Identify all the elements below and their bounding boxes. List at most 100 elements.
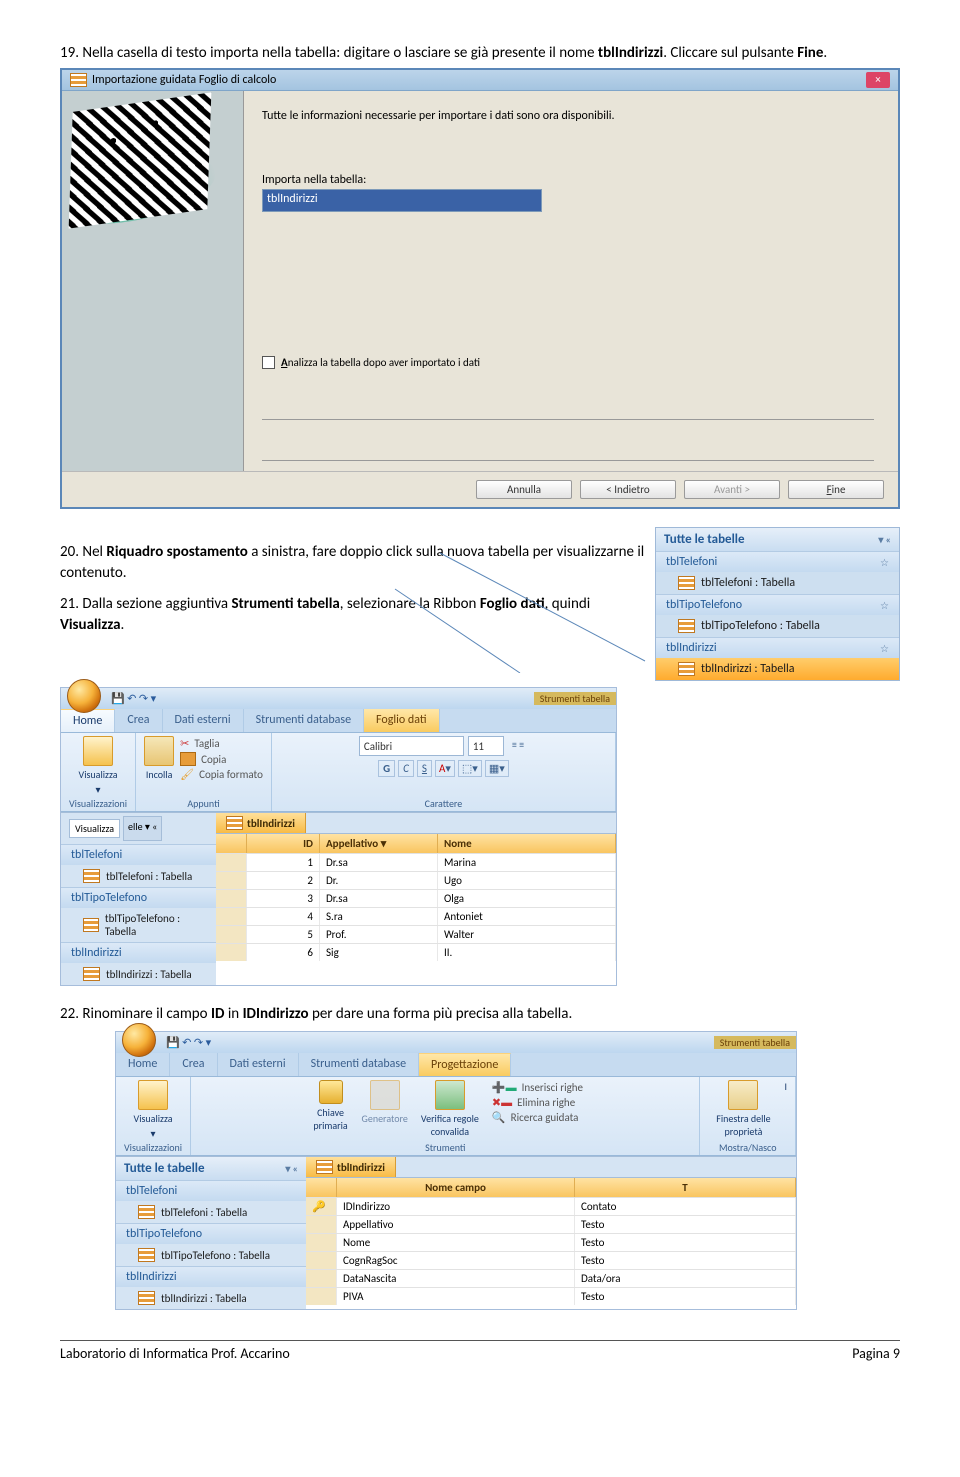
tab-foglio-dati[interactable]: Foglio dati: [364, 709, 440, 732]
builder-icon: [370, 1080, 400, 1110]
table-icon: [138, 1205, 155, 1219]
footer-left: Laboratorio di Informatica Prof. Accarin…: [60, 1345, 290, 1362]
ribbon-group-appunti: Incolla ✂Taglia Copia 🖌Copia formato App…: [136, 733, 272, 811]
nav-group[interactable]: tblTelefoni: [116, 1180, 306, 1201]
copia-button[interactable]: Copia: [180, 751, 263, 767]
nav-item[interactable]: tblTelefoni : Tabella: [116, 1201, 306, 1223]
generatore-button[interactable]: Generatore: [362, 1080, 408, 1125]
nav-group[interactable]: tblTelefoni: [61, 844, 216, 865]
ricerca-guidata-button[interactable]: 🔍Ricerca guidata: [492, 1110, 583, 1125]
table-row[interactable]: 5Prof.Walter: [216, 925, 616, 943]
wizard-graphic-panel: [62, 91, 244, 471]
bold-button[interactable]: G: [378, 760, 395, 777]
nav-item[interactable]: tblIndirizzi : Tabella: [61, 963, 216, 985]
analyze-checkbox[interactable]: [262, 356, 275, 369]
col-nome-campo[interactable]: Nome campo: [337, 1178, 575, 1197]
taglia-button[interactable]: ✂Taglia: [180, 736, 263, 751]
key-icon: [319, 1080, 343, 1104]
font-selector[interactable]: Calibri: [359, 736, 464, 756]
underline-button[interactable]: S: [417, 760, 432, 777]
cancel-button[interactable]: Annulla: [476, 480, 572, 499]
nav-item-indirizzi[interactable]: tblIndirizzi : Tabella: [656, 658, 899, 680]
copy-icon: [180, 752, 196, 766]
table-tab[interactable]: tblIndirizzi: [306, 1157, 396, 1177]
context-tab-label: Strumenti tabella: [534, 692, 616, 705]
table-row[interactable]: 1Dr.saMarina: [216, 853, 616, 871]
finestra-proprieta-button[interactable]: Finestra delle proprietà: [708, 1080, 778, 1138]
nav-item[interactable]: tblIndirizzi : Tabella: [116, 1287, 306, 1309]
nav-item-tipotelefono[interactable]: tblTipoTelefono : Tabella: [656, 615, 899, 637]
nav-item-telefoni[interactable]: tblTelefoni : Tabella: [656, 572, 899, 594]
office-button[interactable]: [122, 1023, 156, 1057]
quick-access-toolbar: 💾 ↶ ↷ ▾: [105, 692, 162, 705]
col-tipo[interactable]: T: [575, 1178, 796, 1197]
visualizza-button[interactable]: Visualizza▾: [79, 736, 118, 796]
nav-group[interactable]: tblIndirizzi: [61, 942, 216, 963]
table-icon: [678, 619, 695, 633]
col-id[interactable]: ID: [247, 834, 320, 853]
verifica-regole-button[interactable]: Verifica regole convalida: [416, 1080, 484, 1138]
tab-strumenti-db[interactable]: Strumenti database: [244, 709, 364, 732]
back-button[interactable]: < Indietro: [580, 480, 676, 499]
table-row[interactable]: 🔑IDIndirizzoContato: [306, 1197, 796, 1215]
gridlines-button[interactable]: ▦▾: [485, 760, 509, 777]
nav-group-indirizzi[interactable]: tblIndirizzi☆: [656, 637, 899, 658]
tab-dati-esterni[interactable]: Dati esterni: [163, 709, 244, 732]
table-row[interactable]: CognRagSocTesto: [306, 1251, 796, 1269]
close-icon[interactable]: ×: [866, 72, 890, 88]
tab-dati-esterni[interactable]: Dati esterni: [218, 1053, 299, 1076]
table-row[interactable]: 6SigII.: [216, 943, 616, 961]
table-row[interactable]: 4S.raAntoniet: [216, 907, 616, 925]
chiave-primaria-button[interactable]: Chiave primaria: [308, 1080, 354, 1132]
nav-header[interactable]: Tutte le tabelle▾ «: [116, 1157, 306, 1180]
table-row[interactable]: PIVATesto: [306, 1287, 796, 1305]
nav-group-telefoni[interactable]: tblTelefoni☆: [656, 551, 899, 572]
table-icon: [138, 1248, 155, 1262]
nav-pane-embedded: Visualizzaelle ▾ « tblTelefoni tblTelefo…: [61, 813, 216, 985]
nav-item[interactable]: tblTipoTelefono : Tabella: [61, 908, 216, 942]
indexes-button[interactable]: I: [784, 1080, 787, 1138]
visualizza-popup[interactable]: Visualizza: [69, 819, 120, 838]
table-row[interactable]: 2Dr.Ugo: [216, 871, 616, 889]
nav-group-tipotelefono[interactable]: tblTipoTelefono☆: [656, 594, 899, 615]
font-size-selector[interactable]: 11: [468, 736, 504, 756]
nav-header[interactable]: Tutte le tabelle▾ «: [656, 528, 899, 551]
import-table-input[interactable]: tblIndirizzi: [262, 189, 542, 212]
ribbon-group-mostra: Finestra delle proprietà I Mostra/Nasco: [700, 1077, 796, 1155]
fill-color-button[interactable]: ⬚▾: [458, 760, 482, 777]
nav-item[interactable]: tblTipoTelefono : Tabella: [116, 1244, 306, 1266]
wizard-titlebar: Importazione guidata Foglio di calcolo ×: [62, 70, 898, 91]
tab-crea[interactable]: Crea: [170, 1053, 217, 1076]
col-nome[interactable]: Nome: [438, 834, 616, 853]
copia-formato-button[interactable]: 🖌Copia formato: [180, 767, 263, 782]
table-row[interactable]: 3Dr.saOlga: [216, 889, 616, 907]
finish-button[interactable]: Fine: [788, 480, 884, 499]
instruction-19: 19. Nella casella di testo importa nella…: [60, 43, 900, 64]
font-color-button[interactable]: A▾: [435, 760, 455, 777]
validate-icon: [435, 1080, 465, 1110]
elimina-righe-button[interactable]: ✖▬Elimina righe: [492, 1095, 583, 1110]
group-label: Visualizzazioni: [69, 797, 127, 810]
nav-group[interactable]: tblTipoTelefono: [61, 887, 216, 908]
incolla-button[interactable]: Incolla: [144, 736, 174, 782]
italic-button[interactable]: C: [398, 760, 414, 777]
wizard-window: Importazione guidata Foglio di calcolo ×…: [60, 68, 900, 509]
table-tab[interactable]: tblIndirizzi: [216, 813, 306, 833]
inserisci-righe-button[interactable]: ➕▬Inserisci righe: [492, 1080, 583, 1095]
instruction-21: 21. Dalla sezione aggiuntiva Strumenti t…: [60, 594, 645, 636]
view-icon: [138, 1080, 168, 1110]
nav-group[interactable]: tblIndirizzi: [116, 1266, 306, 1287]
tab-crea[interactable]: Crea: [115, 709, 162, 732]
nav-item[interactable]: tblTelefoni : Tabella: [61, 865, 216, 887]
col-appellativo[interactable]: Appellativo ▾: [320, 834, 438, 853]
office-button[interactable]: [67, 679, 101, 713]
table-row[interactable]: DataNascitaData/ora: [306, 1269, 796, 1287]
tab-progettazione[interactable]: Progettazione: [419, 1053, 511, 1076]
visualizza-button[interactable]: Visualizza▾: [134, 1080, 173, 1140]
wizard-button-bar: Annulla < Indietro Avanti > Fine: [62, 471, 898, 507]
table-row[interactable]: NomeTesto: [306, 1233, 796, 1251]
ribbon-group-visualizzazioni: Visualizza▾ Visualizzazioni: [61, 733, 136, 811]
tab-strumenti-db[interactable]: Strumenti database: [299, 1053, 419, 1076]
nav-group[interactable]: tblTipoTelefono: [116, 1223, 306, 1244]
table-row[interactable]: AppellativoTesto: [306, 1215, 796, 1233]
